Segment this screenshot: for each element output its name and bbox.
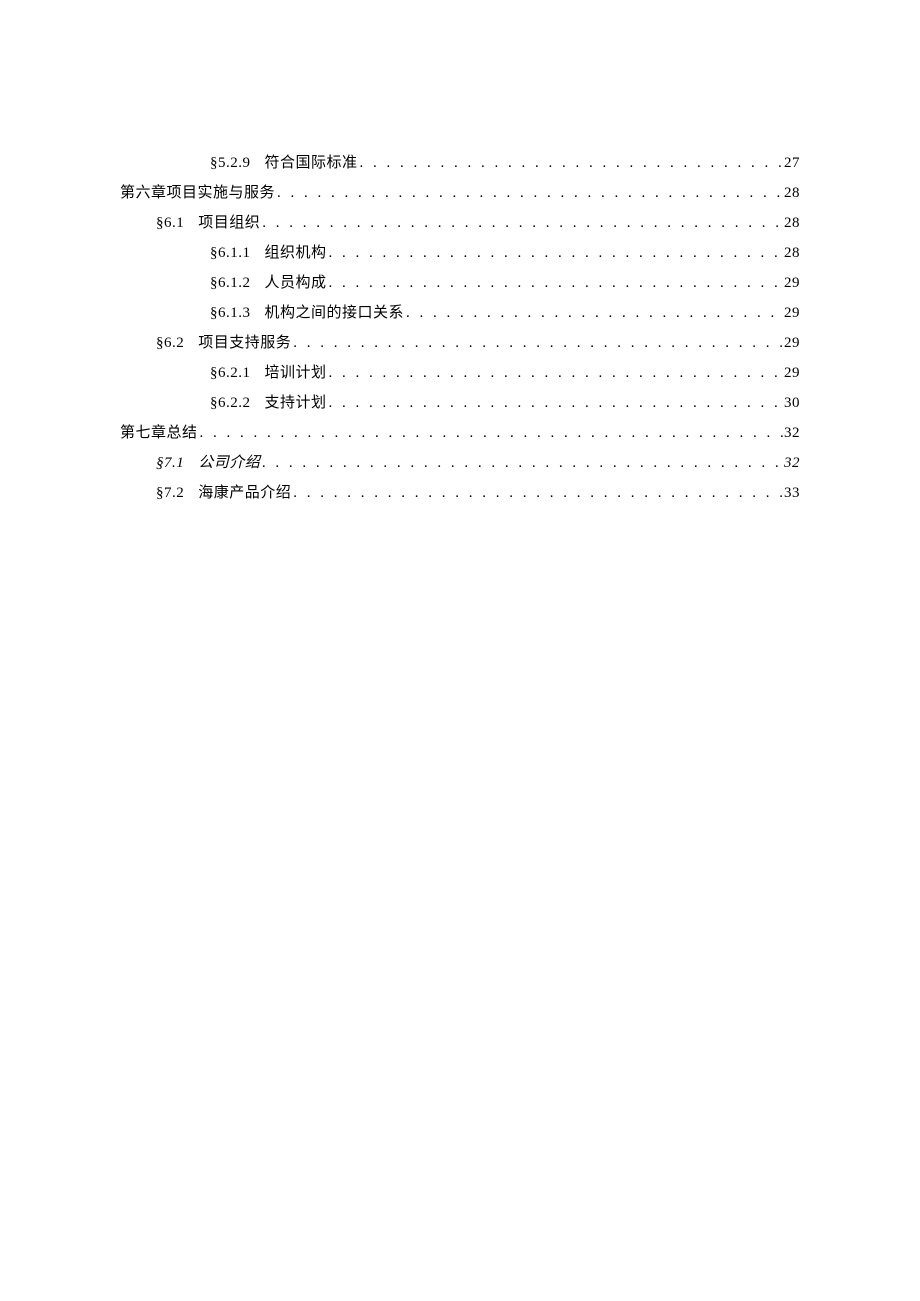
toc-title: 项目支持服务 <box>198 335 291 351</box>
toc-title: 机构之间的接口关系 <box>265 305 405 321</box>
toc-page: §5.2.9 符合国际标准 27 第六章项目实施与服务 28 §6.1 项目组织 2… <box>0 0 920 508</box>
toc-prefix: §6.2.2 <box>210 388 251 418</box>
toc-leader-dots <box>404 298 784 328</box>
toc-leader-dots <box>327 388 784 418</box>
toc-title: 人员构成 <box>265 275 327 291</box>
toc-label: §5.2.9 符合国际标准 <box>210 148 358 178</box>
toc-title: 公司介绍 <box>198 455 260 471</box>
toc-leader-dots <box>198 418 784 448</box>
toc-page-number: 30 <box>784 388 800 418</box>
toc-page-number: 32 <box>784 418 800 448</box>
toc-title: 培训计划 <box>265 365 327 381</box>
toc-prefix: §5.2.9 <box>210 148 251 178</box>
toc-title: 符合国际标准 <box>265 155 358 171</box>
toc-label: §7.2 海康产品介绍 <box>156 478 291 508</box>
toc-leader-dots <box>260 208 784 238</box>
toc-label: §7.1 公司介绍 <box>156 448 260 478</box>
toc-title: 海康产品介绍 <box>198 485 291 501</box>
toc-label: §6.1.3 机构之间的接口关系 <box>210 298 404 328</box>
toc-leader-dots <box>291 328 784 358</box>
toc-entry: §6.2 项目支持服务 29 <box>120 328 800 358</box>
toc-label: §6.1.2 人员构成 <box>210 268 327 298</box>
toc-entry: §6.1.3 机构之间的接口关系 29 <box>120 298 800 328</box>
toc-title: 第六章项目实施与服务 <box>120 185 275 201</box>
toc-entry: §6.1.2 人员构成 29 <box>120 268 800 298</box>
toc-prefix: §6.1.2 <box>210 268 251 298</box>
toc-title: 第七章总结 <box>120 425 198 441</box>
toc-entry: §6.1.1 组织机构 28 <box>120 238 800 268</box>
toc-label: §6.1.1 组织机构 <box>210 238 327 268</box>
toc-leader-dots <box>291 478 784 508</box>
toc-entry: §6.2.2 支持计划 30 <box>120 388 800 418</box>
toc-page-number: 33 <box>784 478 800 508</box>
toc-title: 组织机构 <box>265 245 327 261</box>
toc-prefix: §6.2.1 <box>210 358 251 388</box>
toc-page-number: 29 <box>784 298 800 328</box>
toc-leader-dots <box>260 448 784 478</box>
toc-page-number: 29 <box>784 268 800 298</box>
toc-label: 第七章总结 <box>120 418 198 448</box>
toc-prefix: §6.1 <box>156 208 184 238</box>
toc-label: §6.1 项目组织 <box>156 208 260 238</box>
toc-prefix: §7.1 <box>156 448 184 478</box>
toc-page-number: 29 <box>784 328 800 358</box>
toc-prefix: §6.2 <box>156 328 184 358</box>
toc-prefix: §7.2 <box>156 478 184 508</box>
toc-page-number: 28 <box>784 238 800 268</box>
toc-page-number: 29 <box>784 358 800 388</box>
toc-label: §6.2.2 支持计划 <box>210 388 327 418</box>
toc-entry: §7.1 公司介绍 32 <box>120 448 800 478</box>
toc-leader-dots <box>327 268 784 298</box>
toc-entry: §5.2.9 符合国际标准 27 <box>120 148 800 178</box>
toc-page-number: 28 <box>784 178 800 208</box>
toc-prefix: §6.1.1 <box>210 238 251 268</box>
toc-leader-dots <box>327 238 784 268</box>
toc-leader-dots <box>275 178 784 208</box>
toc-page-number: 27 <box>784 148 800 178</box>
toc-title: 项目组织 <box>198 215 260 231</box>
toc-entry: §6.1 项目组织 28 <box>120 208 800 238</box>
toc-entry: 第七章总结 32 <box>120 418 800 448</box>
toc-title: 支持计划 <box>265 395 327 411</box>
toc-entry: 第六章项目实施与服务 28 <box>120 178 800 208</box>
toc-label: §6.2 项目支持服务 <box>156 328 291 358</box>
toc-leader-dots <box>358 148 784 178</box>
toc-label: 第六章项目实施与服务 <box>120 178 275 208</box>
toc-prefix: §6.1.3 <box>210 298 251 328</box>
toc-page-number: 28 <box>784 208 800 238</box>
toc-entry: §7.2 海康产品介绍 33 <box>120 478 800 508</box>
toc-label: §6.2.1 培训计划 <box>210 358 327 388</box>
toc-leader-dots <box>327 358 784 388</box>
toc-page-number: 32 <box>784 448 800 478</box>
toc-entry: §6.2.1 培训计划 29 <box>120 358 800 388</box>
